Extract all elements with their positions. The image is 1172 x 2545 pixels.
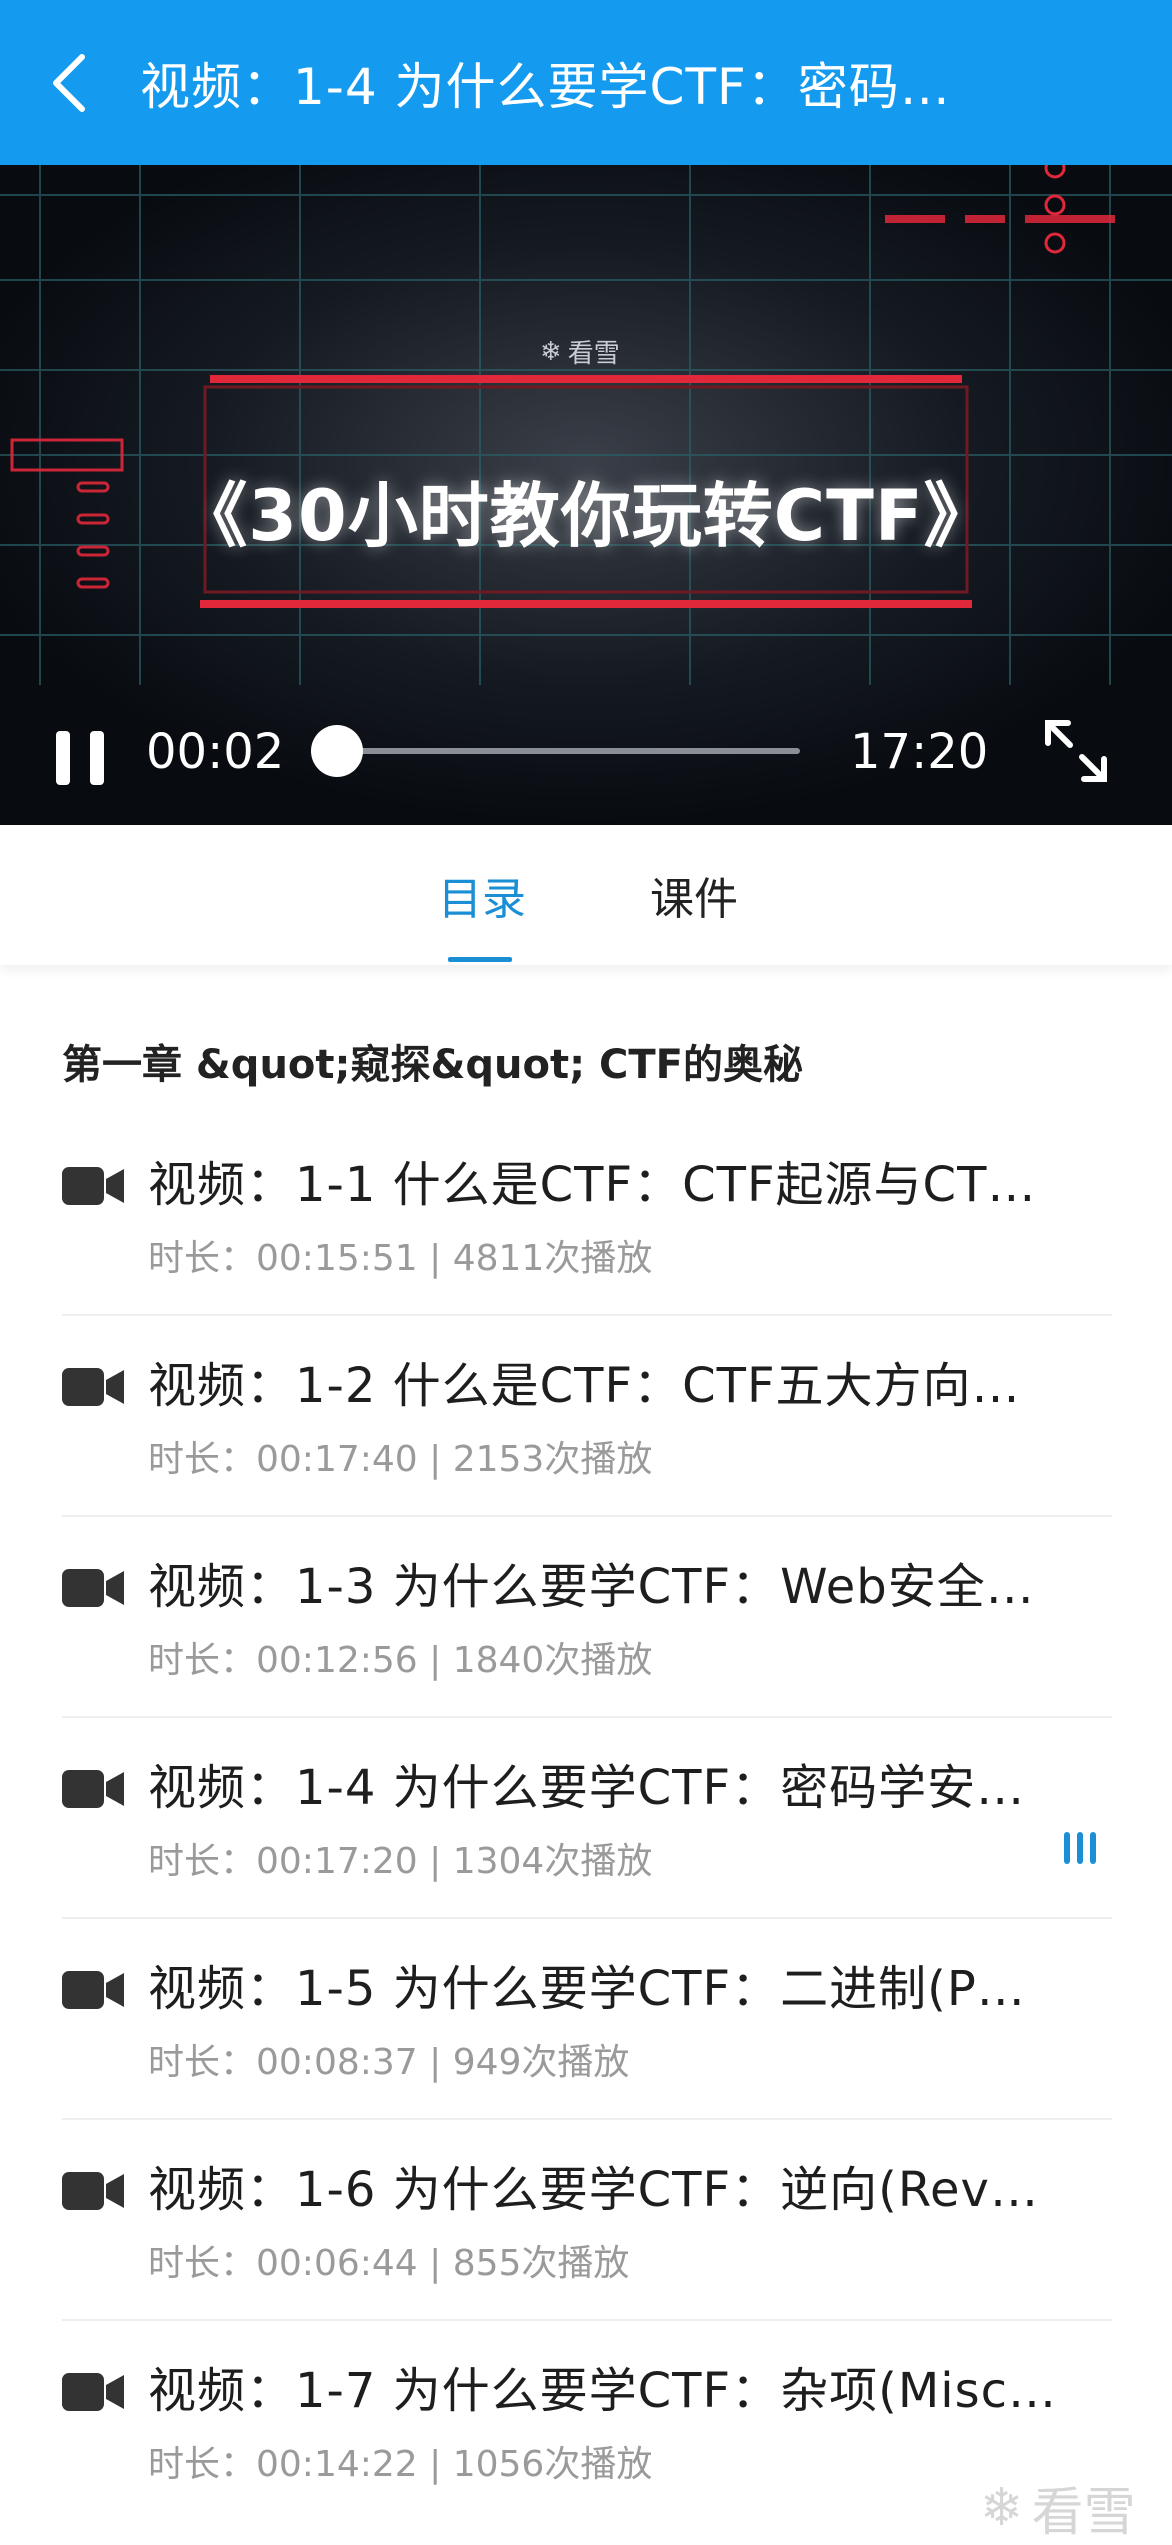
video-list-item[interactable]: 视频：1-6 为什么要学CTF：逆向(Rev… 时长：00:06:44 | 855… (62, 2120, 1112, 2321)
watermark-logo-bottom: ❄ 看雪 (980, 2477, 1136, 2544)
now-playing-icon (1064, 1832, 1096, 1864)
video-meta: 时长：00:17:40 | 2153次播放 (148, 1439, 653, 1480)
video-list-item[interactable]: 视频：1-5 为什么要学CTF：二进制(P… 时长：00:08:37 | 949次… (62, 1919, 1112, 2120)
seek-bar[interactable] (336, 748, 800, 754)
tab-indicator (448, 957, 512, 962)
seek-knob[interactable] (310, 725, 363, 777)
video-meta: 时长：00:08:37 | 949次播放 (148, 2042, 630, 2083)
pause-icon (56, 731, 104, 785)
back-button[interactable] (0, 0, 140, 165)
video-title: 视频：1-4 为什么要学CTF：密码学安… (148, 1760, 1026, 1816)
video-list-item[interactable]: 视频：1-3 为什么要学CTF：Web安全… 时长：00:12:56 | 1840… (62, 1517, 1112, 1718)
course-title: 《30小时教你玩转CTF》 (177, 475, 995, 557)
video-camera-icon (62, 1569, 124, 1607)
video-list-item[interactable]: 视频：1-2 什么是CTF：CTF五大方向… 时长：00:17:40 | 2153… (62, 1316, 1112, 1517)
snowflake-icon: ❄ (540, 336, 562, 367)
expand-icon (1045, 720, 1107, 782)
tab-bar: 目录 课件 (0, 825, 1172, 965)
video-camera-icon (62, 1770, 124, 1808)
chevron-left-icon (53, 53, 85, 112)
page-title: 视频：1-4 为什么要学CTF：密码… (140, 57, 951, 116)
total-time: 17:20 (850, 724, 989, 780)
video-camera-icon (62, 1368, 124, 1406)
app-bar: 视频：1-4 为什么要学CTF：密码… (0, 0, 1172, 165)
video-meta: 时长：00:17:20 | 1304次播放 (148, 1841, 653, 1882)
pause-button[interactable] (52, 727, 108, 789)
video-title: 视频：1-6 为什么要学CTF：逆向(Rev… (148, 2162, 1039, 2218)
watermark-logo: ❄ 看雪 (540, 336, 620, 370)
snowflake-icon: ❄ (980, 2477, 1024, 2538)
video-title: 视频：1-7 为什么要学CTF：杂项(Misc… (148, 2363, 1057, 2419)
current-time: 00:02 (146, 724, 285, 780)
video-list-item[interactable]: 视频：1-7 为什么要学CTF：杂项(Misc… 时长：00:14:22 | 10… (62, 2321, 1112, 2522)
tab-courseware[interactable]: 课件 (650, 863, 738, 927)
fullscreen-button[interactable] (1040, 715, 1112, 787)
video-meta: 时长：00:12:56 | 1840次播放 (148, 1640, 653, 1681)
video-meta: 时长：00:06:44 | 855次播放 (148, 2243, 630, 2284)
video-meta: 时长：00:14:22 | 1056次播放 (148, 2444, 653, 2485)
video-list-item[interactable]: 视频：1-1 什么是CTF：CTF起源与CT… 时长：00:15:51 | 481… (62, 1115, 1112, 1316)
video-title: 视频：1-5 为什么要学CTF：二进制(P… (148, 1961, 1026, 2017)
video-camera-icon (62, 1167, 124, 1205)
video-title: 视频：1-1 什么是CTF：CTF起源与CT… (148, 1157, 1037, 1213)
video-camera-icon (62, 1971, 124, 2009)
tab-catalog[interactable]: 目录 (438, 863, 526, 927)
video-title: 视频：1-3 为什么要学CTF：Web安全… (148, 1559, 1035, 1615)
chapter-title: 第一章 &quot;窥探&quot; CTF的奥秘 (62, 1042, 803, 1088)
video-camera-icon (62, 2373, 124, 2411)
video-camera-icon (62, 2172, 124, 2210)
video-title: 视频：1-2 什么是CTF：CTF五大方向… (148, 1358, 1021, 1414)
video-meta: 时长：00:15:51 | 4811次播放 (148, 1238, 653, 1279)
video-list-item[interactable]: 视频：1-4 为什么要学CTF：密码学安… 时长：00:17:20 | 1304次… (62, 1718, 1112, 1919)
video-list: 视频：1-1 什么是CTF：CTF起源与CT… 时长：00:15:51 | 481… (0, 1115, 1172, 2522)
